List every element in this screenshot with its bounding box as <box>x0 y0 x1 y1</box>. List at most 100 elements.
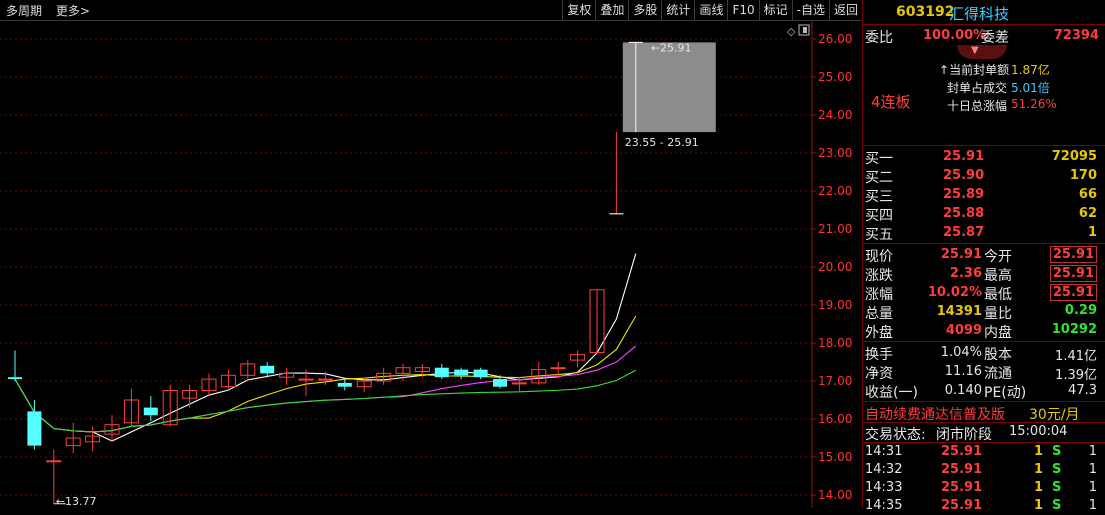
candle-body[interactable] <box>260 365 275 374</box>
bid-row[interactable]: 买二 25.90 170 <box>863 166 1105 186</box>
quote-table: 现价 25.91 今开 25.91 涨跌 2.36 最高 25.91 涨幅 10.02% 最低 25.… <box>863 244 1105 342</box>
y-tick-label: 21.00 <box>818 222 852 236</box>
f10-button[interactable]: F10 <box>727 0 758 20</box>
ad-text[interactable]: 自动续费通达信普及版 <box>865 404 1005 424</box>
candle-body[interactable] <box>493 379 507 387</box>
stock-header: 603192 汇得科技 <box>863 0 1105 25</box>
finance-row: 净资 11.16 流通 1.39亿 <box>863 362 1105 383</box>
seal-info: ▼ ↑当前封单额 1.87亿 封单占成交 5.01倍 4连板 十日总涨幅 51.… <box>863 45 1105 146</box>
adjust-button[interactable]: 复权 <box>562 0 595 20</box>
quote-label: 涨幅 <box>865 287 893 303</box>
limit-up-range-box[interactable] <box>622 42 716 133</box>
stats-button[interactable]: 统计 <box>661 0 694 20</box>
quote-label: 最高 <box>984 268 1012 284</box>
bid-price: 25.90 <box>943 168 985 183</box>
multi-stock-button[interactable]: 多股 <box>628 0 661 20</box>
finance-row: 换手 1.04% 股本 1.41亿 <box>863 343 1105 364</box>
status-label: 交易状态: <box>865 427 926 443</box>
y-tick-label: 14.00 <box>818 488 852 502</box>
candle-body[interactable] <box>143 407 158 416</box>
tick-time: 14:33 <box>865 480 903 495</box>
back-button[interactable]: 返回 <box>828 0 862 20</box>
mark-button[interactable]: 标记 <box>758 0 792 20</box>
more-button[interactable]: 更多> <box>56 4 90 18</box>
bid-row[interactable]: 买一 25.91 72095 <box>863 147 1105 167</box>
subscription-ad[interactable]: 自动续费通达信普及版 30元/月 <box>863 402 1105 423</box>
bid-volume: 62 <box>1078 206 1097 221</box>
toolbar-left: 多周期 更多> <box>6 2 100 19</box>
tick-count: 1 <box>1088 444 1097 459</box>
tick-volume: 1 <box>1034 498 1044 513</box>
finance-table: 换手 1.04% 股本 1.41亿 净资 11.16 流通 1.39亿 收益(一) 0.140 PE… <box>863 342 1105 402</box>
quote-panel: 603192 汇得科技 委比 100.00% 委差 72394 ▼ ↑当前封单额… <box>863 0 1105 513</box>
candle-body[interactable] <box>473 369 488 378</box>
quote-value: 0.29 <box>1064 303 1097 318</box>
candle-body[interactable] <box>46 460 62 463</box>
quote-label: 涨跌 <box>865 268 893 284</box>
finance-value: 1.04% <box>940 345 982 360</box>
seal-indicator <box>957 45 1007 59</box>
chevron-down-icon[interactable]: ▼ <box>971 45 979 56</box>
tick-count: 1 <box>1088 480 1097 495</box>
multi-period-button[interactable]: 多周期 <box>6 4 42 18</box>
bid-row[interactable]: 买三 25.89 66 <box>863 185 1105 205</box>
bid-row[interactable]: 买五 25.87 1 <box>863 223 1105 243</box>
tick-list[interactable]: 14:31 25.91 1 S 1 14:32 25.91 1 S 1 14:33 25.91 1 S 1 1… <box>863 443 1105 515</box>
tick-price: 25.91 <box>941 480 983 495</box>
quote-value: 10.02% <box>927 285 982 300</box>
candle-body[interactable] <box>550 367 566 370</box>
bid-price: 25.91 <box>943 149 985 164</box>
stock-name[interactable]: 汇得科技 <box>949 3 1009 24</box>
ad-price[interactable]: 30元/月 <box>1029 404 1080 424</box>
tick-row: 14:33 25.91 1 S 1 <box>863 479 1105 497</box>
quote-label: 量比 <box>984 306 1012 322</box>
quote-label: 现价 <box>865 249 893 265</box>
status-value: 闭市阶段 <box>936 427 992 443</box>
quote-value: 4099 <box>945 323 982 338</box>
finance-label: PE(动) <box>984 385 1027 401</box>
candle-body[interactable] <box>298 378 314 381</box>
bid-row[interactable]: 买四 25.88 62 <box>863 204 1105 224</box>
tick-side: S <box>1052 498 1062 513</box>
y-tick-label: 26.00 <box>818 32 852 46</box>
bid-label: 买五 <box>865 227 893 243</box>
trade-status: 交易状态: 闭市阶段 15:00:04 <box>863 423 1105 443</box>
candle-body[interactable] <box>27 411 42 446</box>
quote-row: 现价 25.91 今开 25.91 <box>863 245 1105 265</box>
tick-price: 25.91 <box>941 444 983 459</box>
candle-body[interactable] <box>511 382 527 385</box>
finance-value: 0.140 <box>944 383 982 398</box>
y-tick-label: 24.00 <box>818 108 852 122</box>
candle-body[interactable] <box>434 367 449 378</box>
quote-value: 25.91 <box>1049 246 1097 263</box>
tick-count: 1 <box>1088 498 1097 513</box>
tick-side: S <box>1052 480 1062 495</box>
range-label: 23.55 - 25.91 <box>625 136 699 149</box>
candle-body[interactable] <box>317 378 333 381</box>
quote-label: 今开 <box>984 249 1012 265</box>
overlay-button[interactable]: 叠加 <box>595 0 628 20</box>
toolbar-buttons: 复权 叠加 多股 统计 画线 F10 标记 -自选 返回 <box>562 0 862 20</box>
candle-body[interactable] <box>454 369 469 376</box>
y-tick-label: 15.00 <box>818 450 852 464</box>
candle-body[interactable] <box>8 377 22 380</box>
limit-up-streak: 4连板 <box>871 93 911 111</box>
candlestick-chart[interactable]: 26.00 25.00 24.00 23.00 22.00 21.00 20.00 19.00… <box>0 21 862 508</box>
bid-label: 买二 <box>865 170 893 186</box>
tick-price: 25.91 <box>941 462 983 477</box>
chart-toolbar: 多周期 更多> 复权 叠加 多股 统计 画线 F10 标记 -自选 返回 <box>0 0 862 21</box>
diamond-icon[interactable]: ◇ <box>787 25 796 38</box>
finance-row: 收益(一) 0.140 PE(动) 47.3 <box>863 381 1105 401</box>
max-price-label: ←25.91 <box>651 41 692 54</box>
bid-label: 买四 <box>865 208 893 224</box>
bid-volume: 170 <box>1069 168 1097 183</box>
weibi-row: 委比 100.00% 委差 72394 <box>863 25 1105 46</box>
quote-row: 外盘 4099 内盘 10292 <box>863 321 1105 341</box>
quote-value: 10292 <box>1051 322 1097 337</box>
ten-day-value: 51.26% <box>1011 97 1057 111</box>
weicha-value: 72394 <box>1053 28 1099 43</box>
draw-line-button[interactable]: 画线 <box>694 0 727 20</box>
remove-favorite-button[interactable]: -自选 <box>791 0 829 20</box>
bid-label: 买三 <box>865 189 893 205</box>
candle-body[interactable] <box>337 382 352 387</box>
